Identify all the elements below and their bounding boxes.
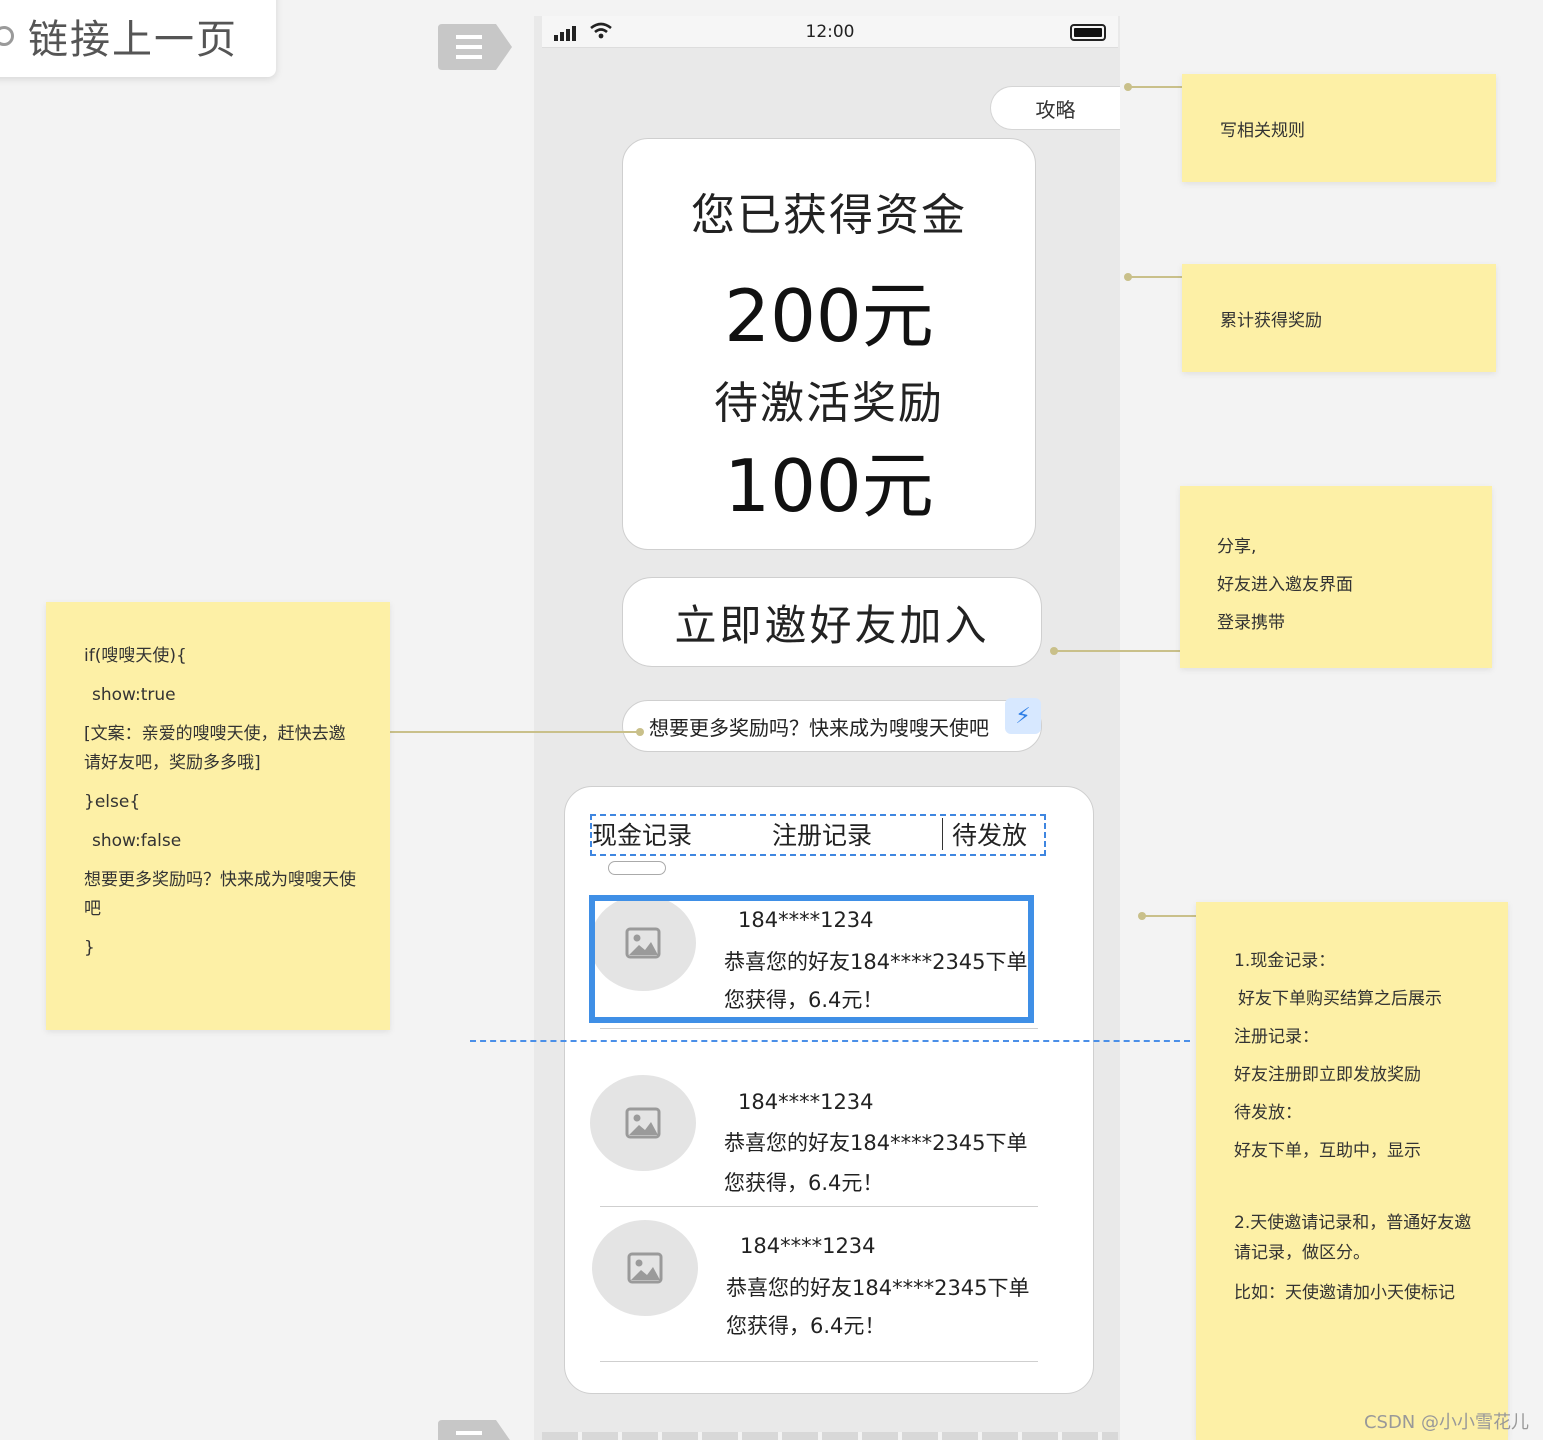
record-message: 恭喜您的好友184****2345下单 — [724, 950, 1028, 974]
record-phone: 184****1234 — [740, 1234, 876, 1258]
reward-title: 您已获得资金 — [691, 190, 967, 241]
note-line: [文案：亲爱的嗖嗖天使，赶快去邀请好友吧，奖励多多哦] — [84, 724, 346, 773]
note-line: 待发放： — [1234, 1103, 1302, 1123]
record-row[interactable]: 184****1234 恭喜您的好友184****2345下单 您获得，6.4元… — [592, 1220, 1032, 1348]
battery-icon — [1070, 24, 1106, 41]
tab-register-records[interactable]: 注册记录 — [772, 816, 872, 852]
note-line: 好友注册即立即发放奖励 — [1234, 1065, 1421, 1085]
note-line: if(嗖嗖天使){ — [84, 646, 187, 666]
sticky-note-share[interactable]: 分享, 好友进入邀友界面 登录携带 — [1180, 486, 1492, 668]
note-line: 1.现金记录： — [1234, 951, 1336, 971]
note-line: show:true — [92, 685, 176, 705]
note-line: 累计获得奖励 — [1220, 311, 1322, 331]
image-placeholder-icon — [590, 895, 696, 991]
reward-card: 您已获得资金 200元 待激活奖励 100元 — [622, 138, 1036, 550]
row-divider — [600, 1028, 1038, 1029]
annotation-connector — [1054, 650, 1192, 652]
record-message: 恭喜您的好友184****2345下单 — [724, 1131, 1028, 1155]
back-link-label: 链接上一页 — [28, 16, 238, 63]
page-tag-icon[interactable] — [434, 22, 514, 72]
back-link[interactable]: 链接上一页 — [0, 0, 276, 77]
sticky-note-records-desc[interactable]: 1.现金记录： 好友下单购买结算之后展示 注册记录： 好友注册即立即发放奖励 待… — [1196, 902, 1508, 1440]
invite-friends-button[interactable]: 立即邀好友加入 — [622, 577, 1042, 667]
angel-tip-banner[interactable]: 想要更多奖励吗？快来成为嗖嗖天使吧 — [622, 700, 1042, 752]
sticky-note-angel-logic[interactable]: if(嗖嗖天使){ show:true [文案：亲爱的嗖嗖天使，赶快去邀请好友吧… — [46, 602, 390, 1030]
connector-dot — [1124, 273, 1132, 281]
tab-separator — [942, 818, 943, 850]
bottom-strip — [542, 1432, 1118, 1440]
record-phone: 184****1234 — [738, 908, 874, 932]
note-line: }else{ — [84, 792, 141, 812]
note-line: 写相关规则 — [1220, 121, 1305, 141]
note-line: 想要更多奖励吗？快来成为嗖嗖天使吧 — [84, 870, 356, 919]
page-tag-icon-bottom[interactable] — [434, 1418, 514, 1440]
strategy-button[interactable]: 攻略 — [990, 86, 1120, 130]
annotation-connector — [378, 731, 640, 733]
records-tabs: 现金记录 注册记录 待发放 — [590, 814, 1046, 856]
note-line: 注册记录： — [1234, 1027, 1319, 1047]
lightning-icon[interactable]: ⚡ — [1005, 698, 1041, 734]
connector-dot — [636, 728, 644, 736]
record-earned: 您获得，6.4元！ — [724, 988, 884, 1012]
watermark: CSDN @小小雪花儿 — [1363, 1412, 1529, 1433]
sticky-note-rules[interactable]: 写相关规则 — [1182, 74, 1496, 182]
image-placeholder-icon — [590, 1075, 696, 1171]
angel-tip-text: 想要更多奖励吗？快来成为嗖嗖天使吧 — [649, 715, 989, 740]
tab-cash-records[interactable]: 现金记录 — [592, 816, 692, 852]
connector-dot — [1050, 647, 1058, 655]
sticky-note-total-reward[interactable]: 累计获得奖励 — [1182, 264, 1496, 372]
link-icon — [0, 25, 14, 46]
reward-amount: 200元 — [724, 274, 934, 358]
row-divider — [600, 1361, 1038, 1362]
note-line: 2.天使邀请记录和，普通好友邀请记录，做区分。 — [1234, 1213, 1472, 1263]
tab-pending[interactable]: 待发放 — [952, 816, 1027, 852]
note-line: 比如：天使邀请加小天使标记 — [1234, 1283, 1455, 1303]
status-bar: 12:00 — [542, 16, 1118, 48]
note-line: 登录携带 — [1217, 613, 1285, 633]
note-line: 好友下单，互助中，显示 — [1234, 1141, 1421, 1161]
note-line: 好友进入邀友界面 — [1217, 575, 1353, 595]
status-time: 12:00 — [805, 22, 855, 42]
record-row[interactable]: 184****1234 恭喜您的好友184****2345下单 您获得，6.4元… — [590, 895, 1030, 1023]
pending-reward-label: 待激活奖励 — [714, 378, 944, 429]
record-earned: 您获得，6.4元！ — [726, 1314, 886, 1338]
guide-line — [470, 1040, 1190, 1042]
record-row[interactable]: 184****1234 恭喜您的好友184****2345下单 您获得，6.4元… — [590, 1075, 1030, 1203]
image-placeholder-icon — [592, 1220, 698, 1316]
note-line: 好友下单购买结算之后展示 — [1238, 989, 1442, 1009]
record-message: 恭喜您的好友184****2345下单 — [726, 1276, 1030, 1300]
note-line: 分享, — [1217, 537, 1257, 557]
connector-dot — [1138, 912, 1146, 920]
row-divider — [600, 1206, 1038, 1207]
pending-reward-amount: 100元 — [724, 444, 934, 528]
connector-dot — [1124, 83, 1132, 91]
note-line: show:false — [92, 831, 182, 851]
record-phone: 184****1234 — [738, 1090, 874, 1114]
note-line — [1234, 1170, 1482, 1208]
record-earned: 您获得，6.4元！ — [724, 1171, 884, 1195]
note-line: } — [84, 938, 95, 958]
tab-indicator — [608, 861, 666, 875]
